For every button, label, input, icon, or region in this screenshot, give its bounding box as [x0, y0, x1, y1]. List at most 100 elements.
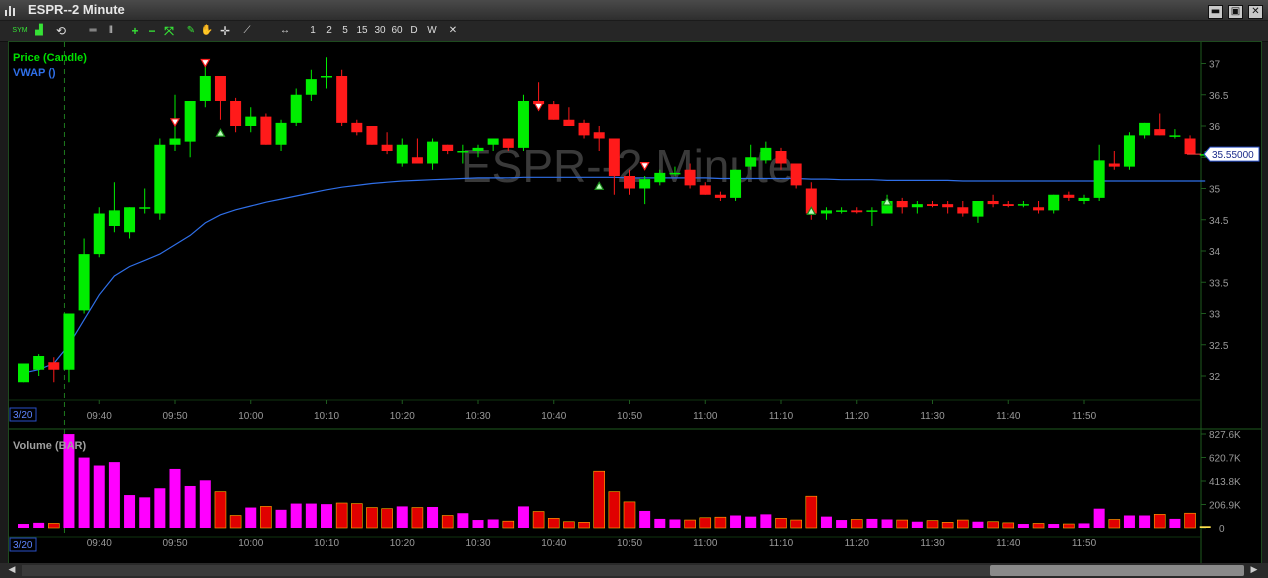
scroll-thumb[interactable] [990, 565, 1244, 576]
candle-body [684, 169, 696, 186]
refresh-icon[interactable]: ⟲ [54, 24, 68, 38]
volume-bar [260, 506, 272, 529]
price-tick-label: 36 [1209, 122, 1221, 133]
candle-body [1093, 160, 1105, 198]
volume-bar [214, 491, 227, 529]
line-tool-icon[interactable]: ⟋ [240, 24, 254, 38]
volume-bar [639, 510, 651, 528]
volume-bar [760, 514, 772, 528]
candle-body [169, 138, 181, 145]
volume-tick-label: 827.6K [1209, 430, 1241, 441]
legend-price: Price (Candle) [13, 52, 87, 64]
candle-body [957, 207, 969, 214]
horizontal-scrollbar[interactable]: ◀ ▶ [0, 563, 1268, 578]
candle-body [108, 210, 120, 226]
candle-body [624, 176, 635, 189]
price-tick-label: 33.5 [1209, 278, 1229, 289]
candle-body [699, 185, 711, 195]
volume-bar [623, 501, 636, 529]
scroll-right-icon[interactable]: ▶ [1248, 565, 1260, 576]
chart-area[interactable]: ESPR--2 Minute3232.53333.53434.53535.536… [8, 41, 1262, 565]
interval-60-button[interactable]: 60 [390, 24, 404, 38]
candle-body [1169, 135, 1181, 137]
fit-icon[interactable]: ⤧ [162, 24, 176, 38]
crosshair-icon[interactable]: ✛ [218, 24, 232, 38]
window-titlebar[interactable]: ESPR--2 Minute ▬ ▣ ✕ [0, 0, 1268, 20]
vwap-line [23, 176, 1206, 374]
volume-tick-label: 206.9K [1209, 501, 1241, 512]
candle-body [154, 144, 166, 214]
candle-body [245, 116, 257, 126]
interval-2-button[interactable]: 2 [323, 24, 335, 38]
volume-bar [78, 457, 90, 528]
candle-body [487, 138, 499, 145]
candle-body [1123, 135, 1135, 167]
candle-body [517, 101, 529, 148]
volume-bar [427, 506, 439, 528]
restore-button[interactable]: ▣ [1228, 5, 1243, 19]
volume-bar [139, 497, 151, 528]
interval-daily-button[interactable]: D [408, 24, 420, 38]
candle-body [730, 169, 742, 198]
hlines-icon[interactable]: ═ [86, 24, 100, 38]
candle-body [351, 122, 363, 133]
volume-bar [669, 519, 681, 528]
scroll-left-icon[interactable]: ◀ [6, 565, 18, 576]
zoom-in-icon[interactable]: + [128, 24, 142, 38]
volume-bar [169, 468, 181, 528]
volume-bar [911, 521, 923, 528]
volume-bar [381, 508, 393, 529]
candle-body [851, 210, 863, 213]
interval-30-button[interactable]: 30 [373, 24, 387, 38]
volume-bar [290, 503, 302, 528]
candle-body [442, 144, 454, 151]
candle-body [927, 204, 938, 206]
volume-bar [305, 503, 317, 528]
vlines-icon[interactable]: ‖ [104, 24, 118, 38]
volume-time-axis-label: 10:20 [390, 538, 415, 549]
time-axis-label: 10:30 [465, 411, 490, 422]
volume-bar [229, 515, 242, 529]
volume-date-label: 3/20 [13, 540, 33, 551]
pencil-icon[interactable]: ✎ [184, 24, 198, 38]
candle-body [669, 172, 681, 175]
time-axis-label: 10:10 [314, 411, 339, 422]
volume-time-axis-label: 11:50 [1072, 538, 1097, 549]
volume-time-axis-label: 11:30 [920, 538, 945, 549]
candle-body [336, 76, 348, 123]
volume-bar [1123, 515, 1135, 528]
volume-bar [1169, 518, 1181, 528]
candle-body [608, 138, 620, 176]
volume-bar [335, 502, 348, 529]
candle-body [563, 119, 575, 126]
interval-5-button[interactable]: 5 [339, 24, 351, 38]
volume-bar [457, 513, 469, 528]
volume-bar [684, 519, 696, 529]
window-title: ESPR--2 Minute [28, 2, 125, 17]
volume-tick-label: 620.7K [1209, 454, 1241, 465]
volume-bar [1063, 523, 1075, 529]
chart-type-icon[interactable]: ▟ [32, 24, 46, 38]
candle-body [290, 94, 302, 123]
time-axis-label: 11:10 [769, 411, 794, 422]
interval-1-button[interactable]: 1 [307, 24, 319, 38]
symbol-icon[interactable]: SYM [12, 24, 28, 38]
volume-bar [1199, 526, 1211, 528]
close-window-button[interactable]: ✕ [1248, 5, 1263, 19]
zoom-out-icon[interactable]: − [145, 24, 159, 38]
price-tick-label: 34 [1209, 247, 1221, 258]
volume-bar [896, 519, 909, 529]
chart-svg[interactable]: ESPR--2 Minute3232.53333.53434.53535.536… [9, 42, 1261, 564]
volume-bar [699, 517, 712, 529]
interval-weekly-button[interactable]: W [425, 24, 439, 38]
volume-bar [245, 507, 257, 528]
hand-icon[interactable]: ✋ [200, 24, 214, 38]
volume-bar [93, 465, 105, 528]
volume-bar [1048, 524, 1060, 528]
interval-15-button[interactable]: 15 [355, 24, 369, 38]
volume-bar [987, 521, 999, 529]
volume-bar [350, 503, 363, 529]
minimize-button[interactable]: ▬ [1208, 5, 1223, 19]
pan-icon[interactable]: ↔ [278, 24, 292, 38]
toolbar-close-icon[interactable]: ✕ [447, 24, 459, 38]
